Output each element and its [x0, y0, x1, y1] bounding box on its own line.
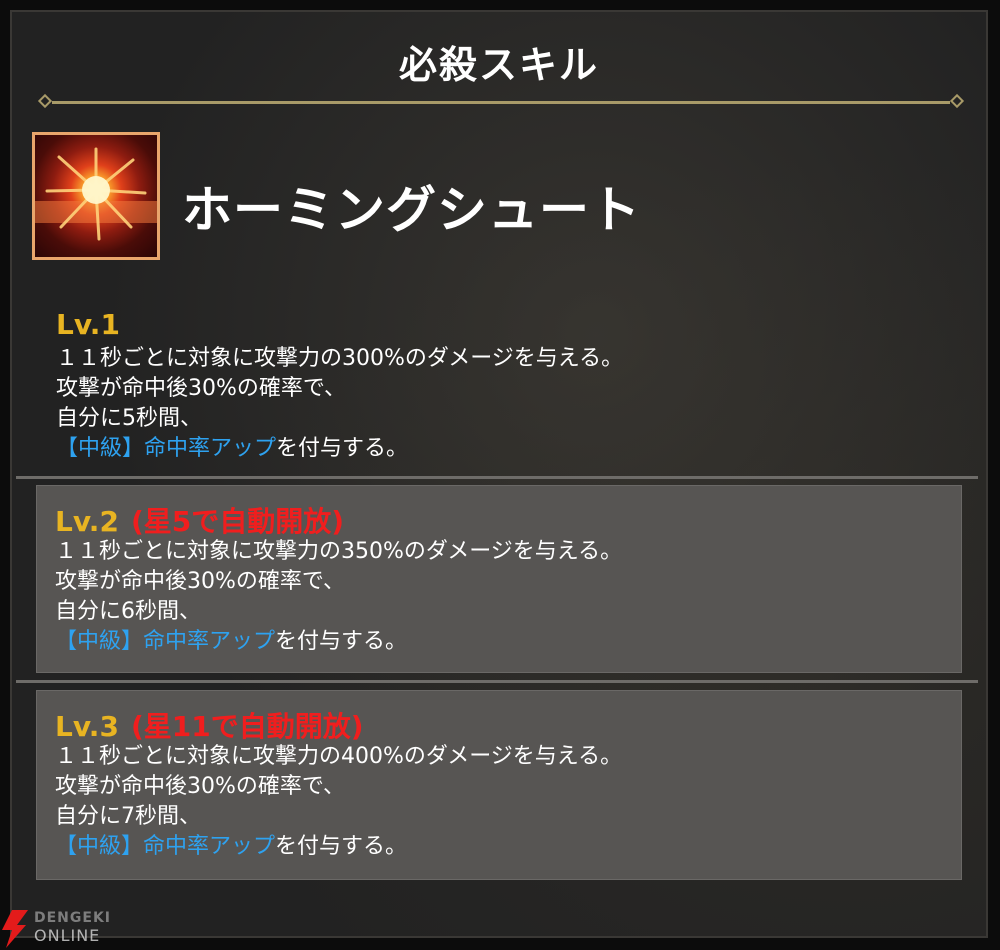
buff-name: 【中級】命中率アップ — [55, 834, 276, 859]
unlock-condition: (星11で自動開放) — [130, 710, 364, 743]
level-2-description: １１秒ごとに対象に攻撃力の350%のダメージを与える。 攻撃が命中後30%の確率… — [55, 537, 622, 657]
desc-line: 自分に6秒間、 — [55, 599, 201, 624]
level-3-description: １１秒ごとに対象に攻撃力の400%のダメージを与える。 攻撃が命中後30%の確率… — [55, 742, 622, 862]
level-1-heading: Lv.1 — [56, 308, 120, 341]
panel-title: 必殺スキル — [398, 43, 599, 87]
watermark-bottom-text: ONLINE — [34, 926, 101, 945]
divider-right-diamond-icon — [949, 93, 965, 109]
level-1-block: Lv.1 １１秒ごとに対象に攻撃力の300%のダメージを与える。 攻撃が命中後3… — [38, 308, 964, 478]
desc-line: 自分に5秒間、 — [56, 406, 202, 431]
desc-line: 攻撃が命中後30%の確率で、 — [55, 774, 346, 799]
level-label: Lv.1 — [56, 308, 120, 341]
section-separator — [16, 476, 978, 479]
level-2-block: Lv.2 (星5で自動開放) １１秒ごとに対象に攻撃力の350%のダメージを与える… — [36, 485, 962, 673]
level-1-description: １１秒ごとに対象に攻撃力の300%のダメージを与える。 攻撃が命中後30%の確率… — [56, 344, 623, 464]
level-label: Lv.3 — [55, 710, 119, 743]
buff-suffix: を付与する。 — [275, 629, 408, 654]
desc-line: 攻撃が命中後30%の確率で、 — [56, 376, 347, 401]
buff-suffix: を付与する。 — [275, 834, 408, 859]
desc-line: 自分に7秒間、 — [55, 804, 201, 829]
level-3-block: Lv.3 (星11で自動開放) １１秒ごとに対象に攻撃力の400%のダメージを与え… — [36, 690, 962, 880]
watermark-top-text: DENGEKI — [34, 910, 112, 926]
level-3-heading: Lv.3 (星11で自動開放) — [55, 705, 364, 745]
section-separator — [16, 680, 978, 683]
divider-left-diamond-icon — [37, 93, 53, 109]
buff-name: 【中級】命中率アップ — [56, 436, 277, 461]
desc-line-buff: 【中級】命中率アップを付与する。 — [55, 627, 622, 657]
unlock-condition: (星5で自動開放) — [130, 505, 345, 538]
level-label: Lv.2 — [55, 505, 119, 538]
buff-suffix: を付与する。 — [276, 436, 409, 461]
watermark: DENGEKI ONLINE — [0, 906, 130, 950]
desc-line: １１秒ごとに対象に攻撃力の300%のダメージを与える。 — [56, 346, 624, 371]
skill-name: ホーミングシュート — [182, 181, 641, 239]
desc-line: １１秒ごとに対象に攻撃力の350%のダメージを与える。 — [55, 539, 623, 564]
level-2-heading: Lv.2 (星5で自動開放) — [55, 500, 344, 540]
desc-line-buff: 【中級】命中率アップを付与する。 — [55, 832, 622, 862]
buff-name: 【中級】命中率アップ — [55, 629, 276, 654]
explosion-icon — [32, 132, 160, 260]
lightning-bolt-icon — [2, 910, 28, 948]
desc-line-buff: 【中級】命中率アップを付与する。 — [56, 434, 623, 464]
desc-line: 攻撃が命中後30%の確率で、 — [55, 569, 346, 594]
desc-line: １１秒ごとに対象に攻撃力の400%のダメージを与える。 — [55, 744, 623, 769]
title-divider — [37, 93, 965, 109]
